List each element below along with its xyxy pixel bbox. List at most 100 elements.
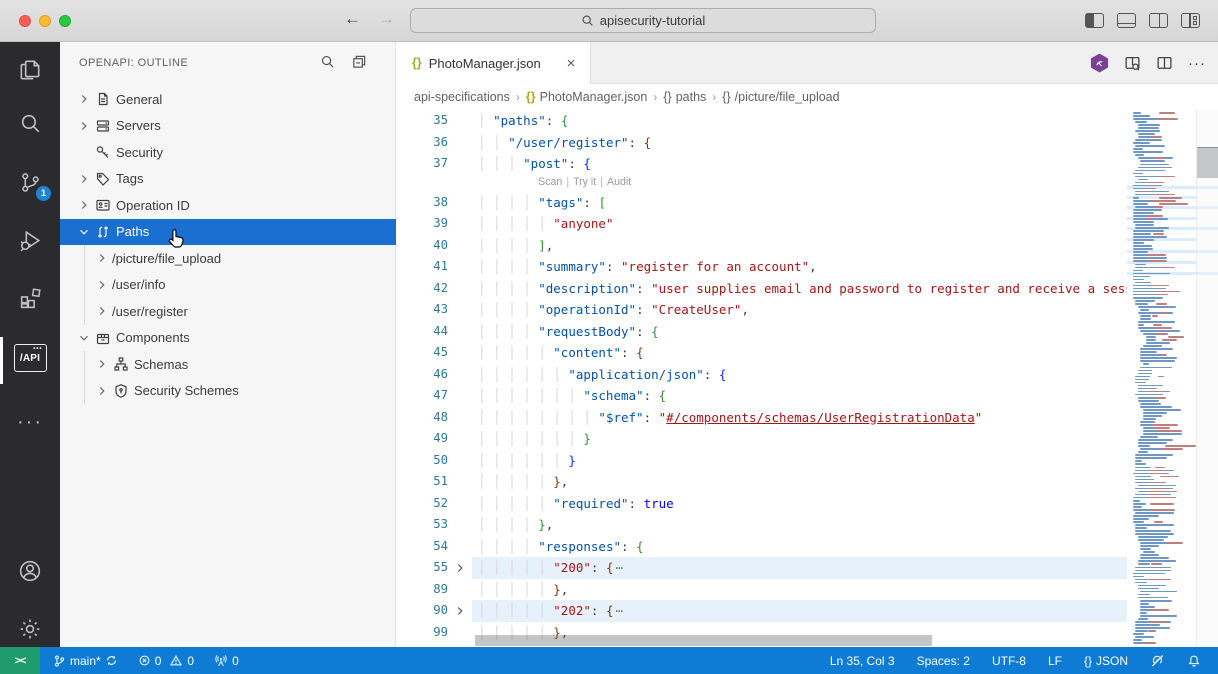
ports-status[interactable]: 0 [207,647,246,674]
tree-item-paths[interactable]: Paths [60,218,396,245]
code-line-52[interactable]: 52 │ │ │ │ │ "required": true [396,493,1127,515]
code-line-54[interactable]: 54 │ │ │ │ "responses": { [396,536,1127,558]
code-line-47[interactable]: 47 │ │ │ │ │ │ │ "schema": { [396,385,1127,407]
codelens-scan[interactable]: Scan [538,176,562,188]
code-line-44[interactable]: 44 │ │ │ │ "requestBody": { [396,321,1127,343]
language-mode[interactable]: {} JSON [1077,647,1135,674]
code-line-48[interactable]: 48 │ │ │ │ │ │ │ │ "$ref": "#/components/… [396,407,1127,429]
fold-chevron-icon[interactable] [448,600,472,622]
activity-item-run-debug[interactable] [0,216,60,264]
horizontal-scrollbar-thumb[interactable] [475,635,932,646]
code-line-55[interactable]: 55 │ │ │ │ │ "200": {⋯ [396,557,1127,579]
code-line-37[interactable]: 37 │ │ │ "post": { [396,153,1127,175]
code-line-41[interactable]: 41 │ │ │ │ "summary": "register for an ac… [396,256,1127,278]
tree-item-schemas[interactable]: Schemas [60,351,396,378]
traffic-light-close[interactable] [19,15,31,27]
chevron-right-icon[interactable] [94,357,110,371]
code-line-51[interactable]: 51 │ │ │ │ │ }, [396,471,1127,493]
breadcrumb-item[interactable]: api-specifications [414,90,510,104]
activity-item-accounts[interactable] [0,547,60,595]
tree-item-operation-id[interactable]: Operation ID [60,192,396,219]
code-line-89[interactable]: 89 │ │ │ │ │ }, [396,579,1127,601]
activity-item-settings[interactable] [0,605,60,653]
breadcrumb-item[interactable]: {} PhotoManager.json [526,90,647,104]
toggle-panel-icon[interactable] [1117,13,1136,28]
codelens-try-it[interactable]: Try it [573,176,596,188]
code-line-90[interactable]: 90 │ │ │ │ │ "202": {⋯ [396,600,1127,622]
notifications-bell-icon[interactable] [1180,647,1208,674]
code-line-38[interactable]: 38 │ │ │ │ "tags": [ [396,192,1127,214]
tree-item-tags[interactable]: Tags [60,166,396,193]
codelens-audit[interactable]: Audit [607,176,631,188]
traffic-light-minimize[interactable] [39,15,51,27]
code-line-50[interactable]: 50 │ │ │ │ │ │ } [396,450,1127,472]
chevron-right-icon[interactable] [76,172,92,186]
tab-photomanager-json[interactable]: {} PhotoManager.json × [396,42,591,84]
code-line-36[interactable]: 36 │ │ "/user/register": { [396,132,1127,154]
minimap[interactable] [1127,110,1196,647]
close-icon[interactable]: × [562,54,580,72]
activity-item-more[interactable]: ··· [0,398,60,446]
tree-item--user-info[interactable]: /user/info [60,272,396,299]
indentation[interactable]: Spaces: 2 [910,647,977,674]
chevron-right-icon[interactable] [76,92,92,106]
activity-item-extensions[interactable] [0,274,60,322]
activity-item-openapi[interactable]: •••/API [0,334,60,382]
tree-item-security[interactable]: Security [60,139,396,166]
remote-indicator[interactable]: >< [0,647,40,674]
encoding[interactable]: UTF-8 [985,647,1033,674]
code-line-53[interactable]: 53 │ │ │ │ }, [396,514,1127,536]
vertical-scrollbar-thumb[interactable] [1197,147,1218,178]
chevron-down-icon[interactable] [76,331,92,345]
breadcrumb-item[interactable]: {}/picture/file_upload [722,90,839,104]
command-center-search[interactable]: apisecurity-tutorial [410,8,876,33]
activity-item-explorer[interactable] [0,46,60,94]
cursor-position[interactable]: Ln 35, Col 3 [823,647,902,674]
problems-status[interactable]: 0 0 [131,647,201,674]
customize-layout-icon[interactable] [1181,13,1200,28]
more-actions-icon[interactable]: ··· [1188,55,1206,72]
eol-sequence[interactable]: LF [1041,647,1069,674]
vertical-scrollbar[interactable] [1196,110,1218,647]
code-editor[interactable]: 35 │ "paths": {36 │ │ "/user/register": {3… [396,110,1218,647]
fold-chevron-icon[interactable] [448,557,472,579]
tree-item-general[interactable]: General [60,86,396,113]
code-line-43[interactable]: 43 │ │ │ │ "operationId": "CreateUser", [396,299,1127,321]
activity-item-source-control[interactable]: 1 [0,158,60,206]
code-line-49[interactable]: 49 │ │ │ │ │ │ │ } [396,428,1127,450]
search-icon[interactable] [320,54,335,69]
chevron-right-icon[interactable] [94,384,110,398]
code-line-42[interactable]: 42 │ │ │ │ "description": "user supplies … [396,278,1127,300]
nav-back-icon[interactable]: ← [344,9,361,29]
tree-item-components[interactable]: Components [60,325,396,352]
code-line-46[interactable]: 46 │ │ │ │ │ │ "application/json": { [396,364,1127,386]
chevron-right-icon[interactable] [94,251,110,265]
code-line-40[interactable]: 40 │ │ │ │ ], [396,235,1127,257]
toggle-primary-sidebar-icon[interactable] [1085,13,1104,28]
code-line-35[interactable]: 35 │ "paths": { [396,110,1127,132]
activity-item-search[interactable] [0,99,60,147]
42crunch-icon[interactable] [1090,53,1109,73]
chevron-right-icon[interactable] [94,278,110,292]
code-line-39[interactable]: 39 │ │ │ │ │ "anyone" [396,213,1127,235]
split-editor-icon[interactable] [1156,55,1173,72]
codelens-actions: Scan | Try it | Audit [396,175,1127,192]
tree-item-servers[interactable]: Servers [60,113,396,140]
tree-item--user-register[interactable]: /user/register [60,298,396,325]
breadcrumb-item[interactable]: {} paths [663,90,706,104]
toggle-secondary-sidebar-icon[interactable] [1149,13,1168,28]
minimap-line [1132,221,1155,223]
chevron-right-icon[interactable] [94,304,110,318]
open-preview-icon[interactable] [1124,55,1141,72]
chevron-right-icon[interactable] [76,119,92,133]
tree-item-security-schemes[interactable]: Security Schemes [60,378,396,405]
tree-indent-guide [84,245,85,325]
tree-item--picture-file-upload[interactable]: /picture/file_upload [60,245,396,272]
broadcast-off-icon[interactable] [1143,647,1172,674]
collapse-all-icon[interactable] [352,54,367,69]
chevron-right-icon[interactable] [76,198,92,212]
traffic-light-zoom[interactable] [59,15,71,27]
chevron-down-icon[interactable] [76,225,92,239]
git-branch-status[interactable]: main* [46,647,125,674]
code-line-45[interactable]: 45 │ │ │ │ │ "content": { [396,342,1127,364]
